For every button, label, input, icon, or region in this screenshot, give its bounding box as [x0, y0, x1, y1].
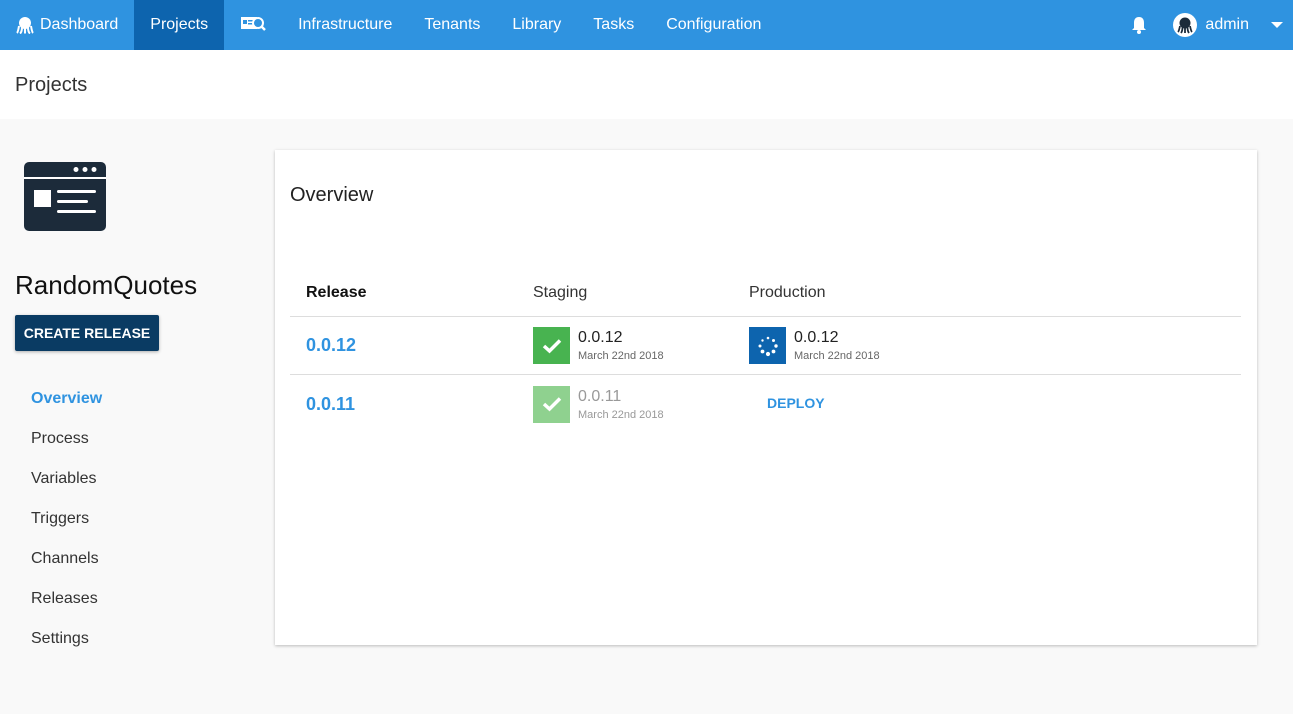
user-menu[interactable]: admin — [1173, 13, 1283, 37]
release-link[interactable]: 0.0.11 — [306, 394, 355, 414]
sidenav-process[interactable]: Process — [31, 430, 102, 470]
table-row: 0.0.11 0.0.11 March 22nd 2018 DEPLOY — [290, 375, 1241, 433]
nav-dashboard-label: Dashboard — [40, 16, 119, 33]
chevron-down-icon[interactable] — [1271, 22, 1283, 28]
project-name: RandomQuotes — [15, 270, 198, 300]
nav-tasks-label: Tasks — [593, 16, 635, 33]
table-row: 0.0.12 0.0.12 March 22nd 2018 0.0.12 Mar… — [290, 317, 1241, 375]
page-title: Projects — [15, 74, 88, 96]
create-release-button[interactable]: CREATE RELEASE — [15, 315, 159, 351]
top-nav: Dashboard Projects Infrastructure Tenant… — [0, 0, 1293, 50]
sidenav-triggers[interactable]: Triggers — [31, 510, 102, 550]
sidenav-overview[interactable]: Overview — [31, 390, 102, 430]
nav-projects[interactable]: Projects — [134, 0, 225, 50]
nav-tasks[interactable]: Tasks — [577, 0, 650, 50]
staging-deployment[interactable]: 0.0.11 March 22nd 2018 — [533, 385, 749, 423]
in-progress-spinner-icon — [749, 327, 786, 364]
release-link[interactable]: 0.0.12 — [306, 335, 356, 355]
column-header-release: Release — [306, 284, 367, 301]
nav-library[interactable]: Library — [496, 0, 577, 50]
nav-configuration[interactable]: Configuration — [650, 0, 777, 50]
overview-card: Overview Release Staging Production 0.0.… — [275, 150, 1257, 645]
nav-library-label: Library — [512, 16, 562, 33]
deployment-date: March 22nd 2018 — [578, 408, 664, 421]
search-dashboard-icon — [240, 14, 266, 37]
column-header-production: Production — [749, 284, 826, 301]
sidenav-settings[interactable]: Settings — [31, 630, 102, 670]
nav-tenants[interactable]: Tenants — [408, 0, 496, 50]
nav-infrastructure[interactable]: Infrastructure — [282, 0, 408, 50]
deployment-version: 0.0.12 — [794, 329, 839, 346]
nav-configuration-label: Configuration — [666, 16, 762, 33]
staging-deployment[interactable]: 0.0.12 March 22nd 2018 — [533, 327, 749, 364]
nav-tenants-label: Tenants — [424, 16, 481, 33]
user-avatar — [1173, 13, 1198, 37]
sidenav-releases[interactable]: Releases — [31, 590, 102, 630]
deployment-date: March 22nd 2018 — [578, 350, 664, 362]
deployment-version: 0.0.11 — [578, 387, 622, 405]
column-header-staging: Staging — [533, 284, 588, 301]
sidenav-variables[interactable]: Variables — [31, 470, 102, 510]
success-check-icon — [533, 327, 570, 364]
nav-projects-label: Projects — [150, 16, 209, 33]
sidenav-channels[interactable]: Channels — [31, 550, 102, 590]
overview-title: Overview — [290, 184, 374, 206]
octopus-icon — [16, 16, 34, 34]
project-logo-icon — [24, 162, 106, 231]
user-name: admin — [1205, 16, 1249, 33]
nav-search-dashboard[interactable] — [224, 0, 282, 50]
deploy-button[interactable]: DEPLOY — [767, 395, 825, 411]
deployment-version: 0.0.12 — [578, 329, 623, 346]
success-check-icon — [533, 385, 570, 423]
page-header: Projects — [0, 50, 1293, 119]
production-deployment[interactable]: 0.0.12 March 22nd 2018 — [749, 327, 1241, 364]
table-header: Release Staging Production — [290, 270, 1241, 317]
releases-table: Release Staging Production 0.0.12 0.0.12… — [290, 270, 1241, 433]
nav-infrastructure-label: Infrastructure — [298, 16, 393, 33]
project-sidenav: Overview Process Variables Triggers Chan… — [31, 390, 102, 670]
deployment-date: March 22nd 2018 — [794, 350, 880, 362]
notifications-bell-icon[interactable] — [1119, 0, 1159, 50]
nav-dashboard[interactable]: Dashboard — [0, 0, 134, 50]
